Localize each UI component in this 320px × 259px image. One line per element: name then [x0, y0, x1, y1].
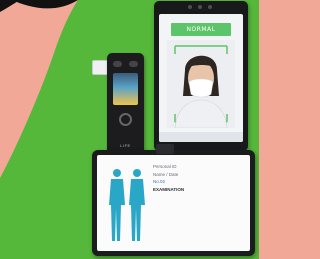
breathalyzer-button — [129, 61, 138, 67]
tablet-camera-icon — [156, 144, 174, 154]
info-line: No.02 — [153, 179, 166, 184]
info-line: Personal ID — [153, 164, 177, 169]
tablet-display: Personal ID Name / Date No.02 EXAMINATIO… — [92, 144, 255, 256]
screen-footer — [159, 132, 243, 142]
breathalyzer-dial-icon — [119, 113, 132, 126]
terminal-screen: NORMAL — [159, 14, 243, 142]
info-line: Name / Date — [153, 171, 179, 177]
camera-icon — [198, 5, 202, 9]
body-silhouette-icon — [107, 165, 147, 245]
camera-icon — [208, 5, 212, 9]
face-recognition-terminal: NORMAL — [154, 1, 248, 151]
breathalyzer-device: LIFE — [92, 50, 156, 160]
info-panel: Personal ID Name / Date No.02 EXAMINATIO… — [153, 163, 245, 193]
breathalyzer-button — [113, 61, 122, 67]
camera-icon — [188, 5, 192, 9]
breathalyzer-body: LIFE — [107, 53, 144, 157]
breathalyzer-logo: LIFE — [120, 143, 131, 148]
face-image — [167, 40, 235, 129]
product-scene: LIFE NORMAL Personal ID Name / Date No.0… — [0, 0, 259, 259]
tablet-screen: Personal ID Name / Date No.02 EXAMINATIO… — [97, 155, 250, 251]
status-banner: NORMAL — [171, 23, 231, 36]
breathalyzer-screen — [113, 73, 138, 105]
info-line: EXAMINATION — [153, 186, 185, 192]
